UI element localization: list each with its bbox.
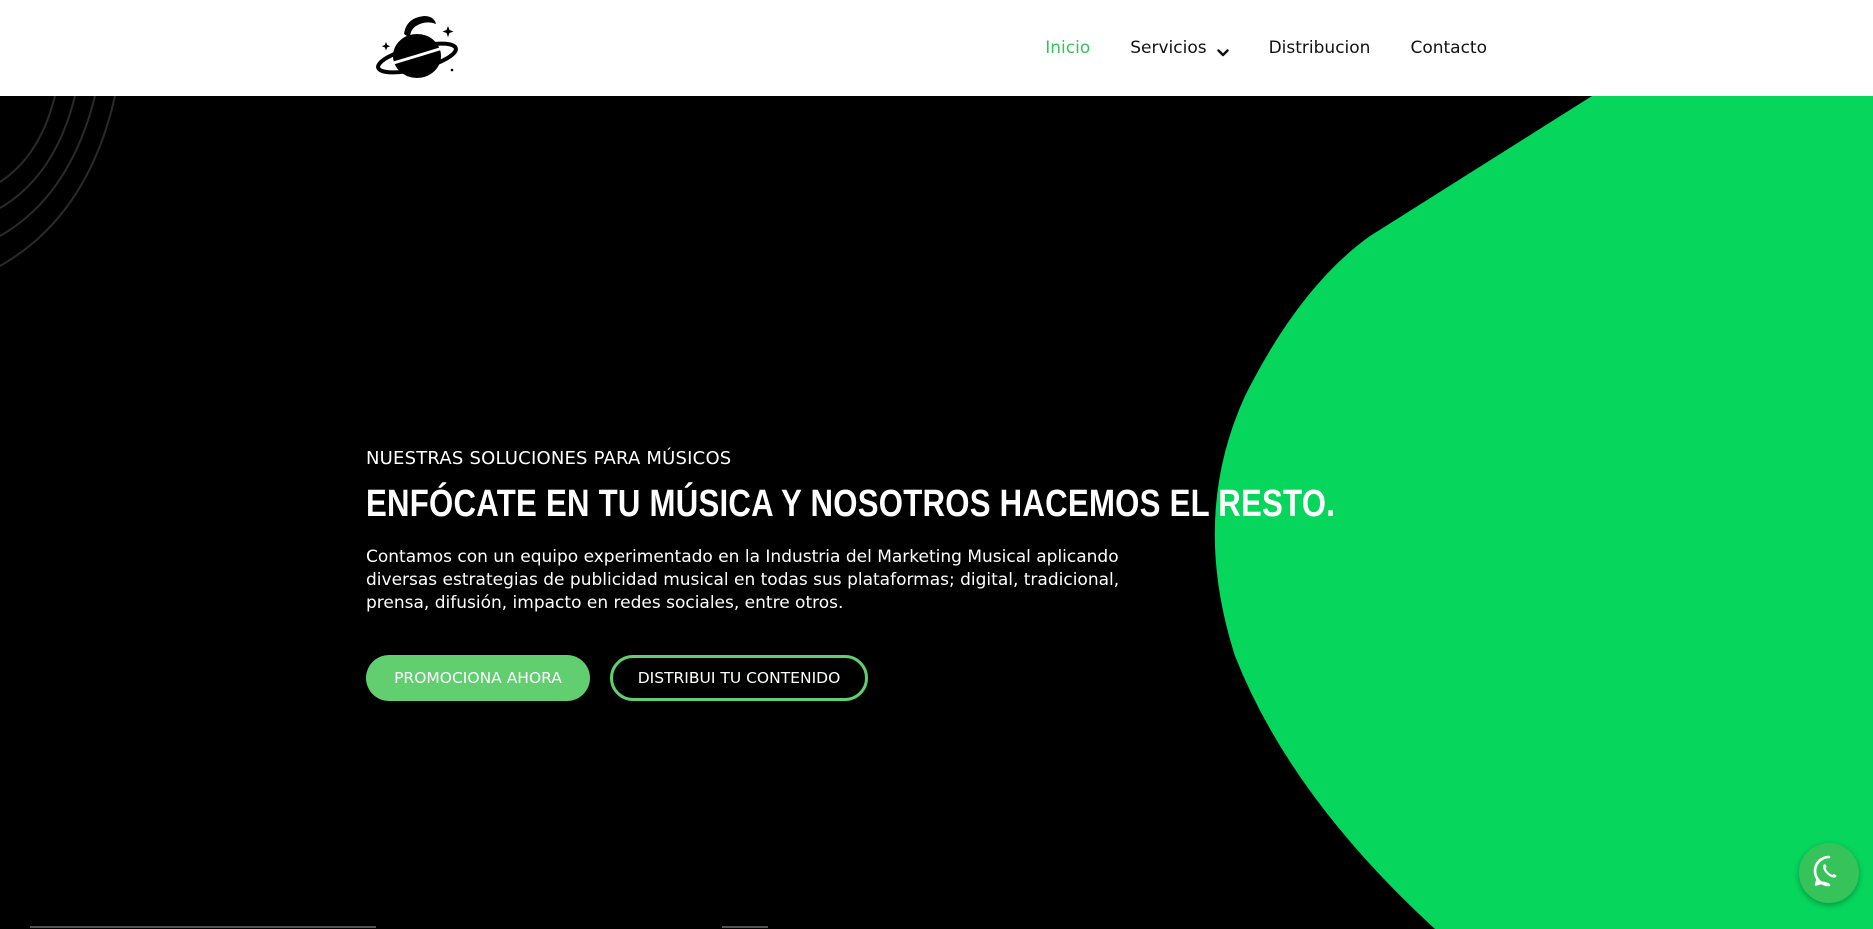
hero-headline: ENFÓCATE EN TU MÚSICA Y NOSOTROS HACEMOS… [366, 483, 1336, 525]
nav-item-distribucion[interactable]: Distribucion [1269, 38, 1371, 58]
hero-buttons: PROMOCIONA AHORA DISTRIBUI TU CONTENIDO [366, 655, 1226, 701]
nav-item-contacto[interactable]: Contacto [1410, 38, 1487, 58]
bottom-divider-right [722, 926, 768, 928]
nav-label-servicios: Servicios [1130, 38, 1207, 58]
chevron-down-icon [1216, 43, 1229, 57]
hero-section: NUESTRAS SOLUCIONES PARA MÚSICOS ENFÓCAT… [0, 96, 1873, 929]
hero-description: Contamos con un equipo experimentado en … [366, 547, 1120, 613]
site-header: Inicio Servicios Distribucion Contacto [0, 0, 1873, 96]
hero-content: NUESTRAS SOLUCIONES PARA MÚSICOS ENFÓCAT… [366, 448, 1336, 701]
decorative-arcs [0, 96, 116, 267]
promociona-ahora-button[interactable]: PROMOCIONA AHORA [366, 655, 590, 701]
nav-item-servicios[interactable]: Servicios [1130, 38, 1229, 58]
bottom-divider-left [30, 926, 376, 928]
nav-item-inicio[interactable]: Inicio [1045, 38, 1090, 58]
hero-eyebrow: NUESTRAS SOLUCIONES PARA MÚSICOS [366, 448, 732, 469]
main-nav: Inicio Servicios Distribucion Contacto [1045, 0, 1487, 96]
planet-logo[interactable] [376, 12, 458, 82]
nav-label-distribucion: Distribucion [1268, 38, 1371, 58]
whatsapp-button[interactable] [1799, 843, 1859, 903]
nav-label-inicio: Inicio [1045, 38, 1091, 58]
distribui-contenido-button[interactable]: DISTRIBUI TU CONTENIDO [610, 655, 868, 701]
whatsapp-icon [1811, 853, 1847, 894]
nav-label-contacto: Contacto [1410, 38, 1487, 58]
